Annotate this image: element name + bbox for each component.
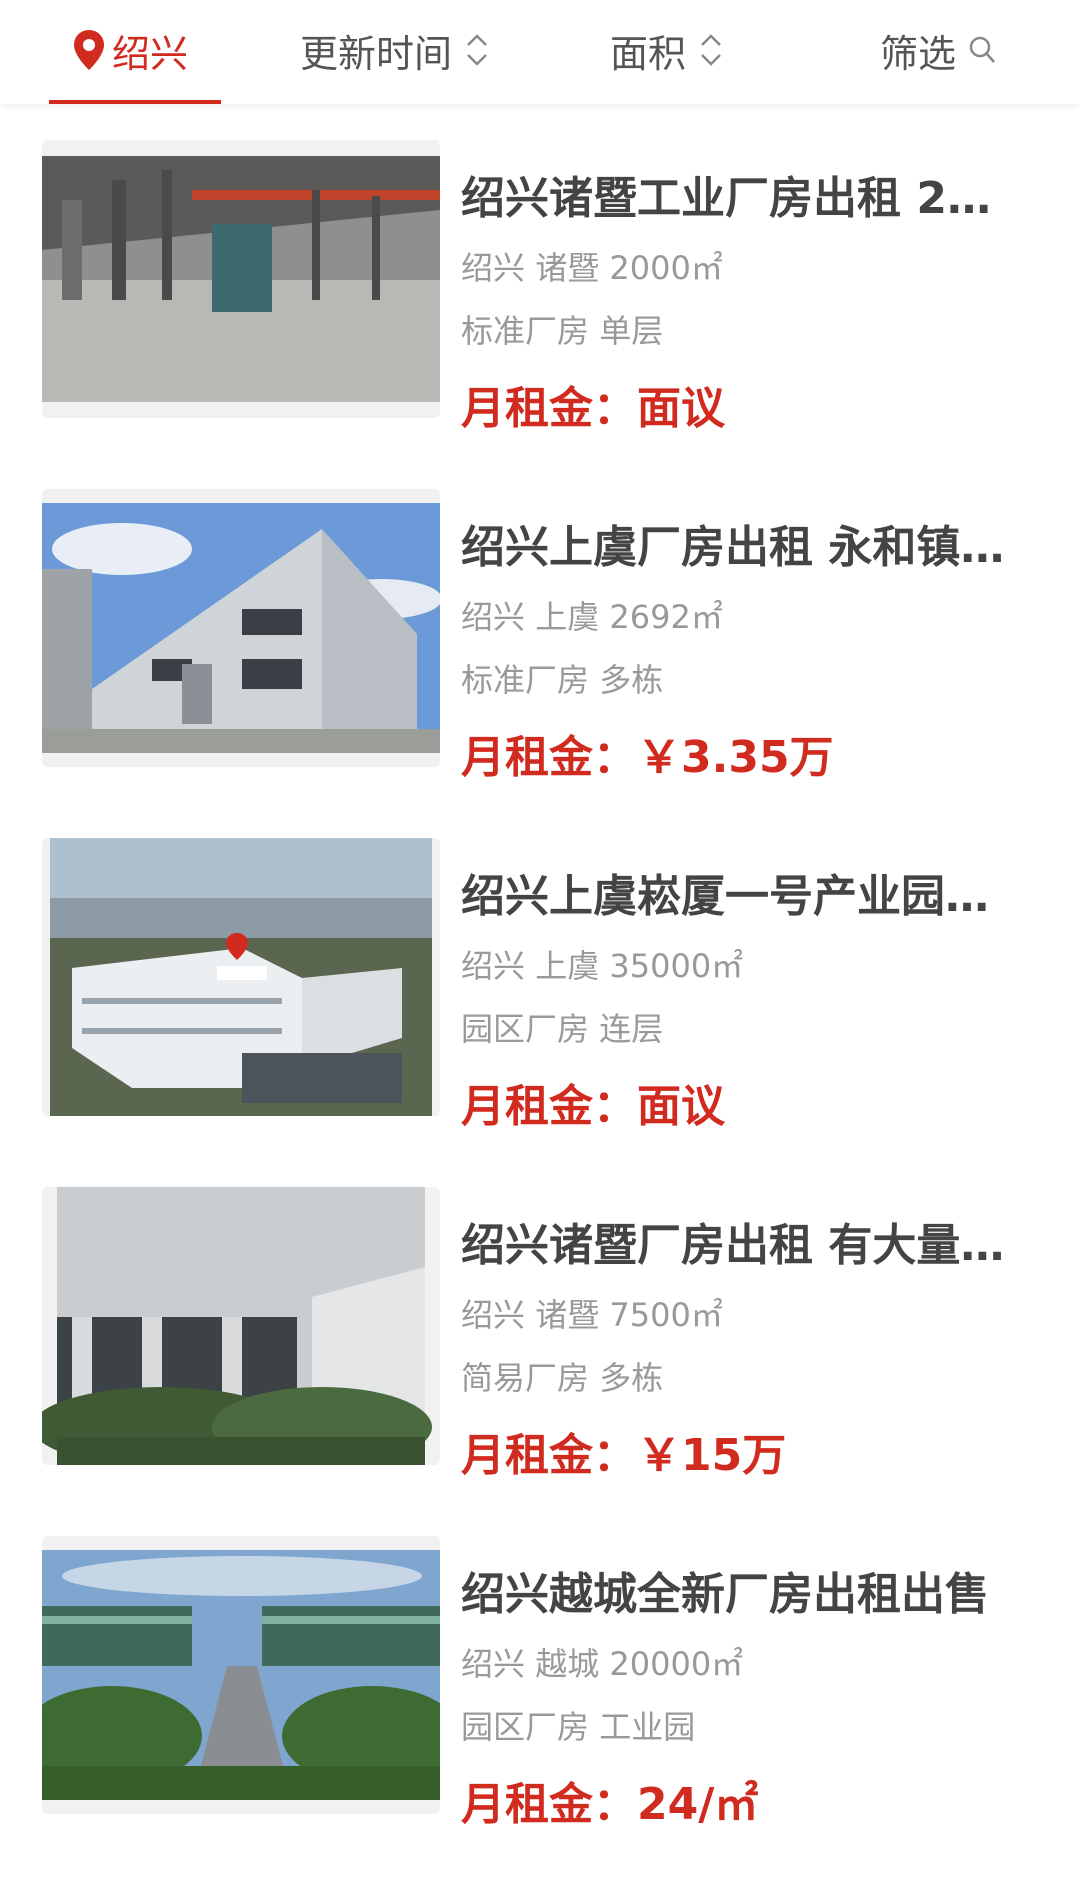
sort-arrows-icon (701, 34, 721, 66)
listing-title: 绍兴上虞崧厦一号产业园厂房出租 (461, 871, 1021, 922)
tab-sort-update-time-label: 更新时间 (300, 31, 453, 76)
tab-sort-area-label: 面积 (610, 31, 687, 76)
tab-sort-update-time[interactable]: 更新时间 (300, 20, 490, 80)
listing-location-area: 绍兴 上虞 2692㎡ (461, 598, 723, 636)
listing-rent: 月租金：面议 (461, 1081, 725, 1132)
listing-rent: 月租金：24/㎡ (461, 1779, 759, 1830)
listing-rent: 月租金：面议 (461, 383, 725, 434)
listing-tags: 园区厂房 工业园 (461, 1708, 696, 1746)
listing-rent: 月租金：￥15万 (461, 1430, 787, 1481)
listing-rent: 月租金：￥3.35万 (461, 732, 834, 783)
sort-arrows-icon (467, 34, 487, 66)
listing-title: 绍兴越城全新厂房出租出售 (461, 1569, 989, 1620)
listing-card[interactable]: 绍兴越城全新厂房出租出售 绍兴 越城 20000㎡ 园区厂房 工业园 月租金：2… (0, 1536, 1080, 1885)
listing-location-area: 绍兴 诸暨 7500㎡ (461, 1296, 723, 1334)
tab-sort-area[interactable]: 面积 (610, 20, 724, 80)
listing-card[interactable]: 绍兴上虞厂房出租 永和镇标准厂房 绍兴 上虞 2692㎡ 标准厂房 多栋 月租金… (0, 489, 1080, 838)
listing-card[interactable]: 绍兴诸暨厂房出租 有大量厂房可选 绍兴 诸暨 7500㎡ 简易厂房 多栋 月租金… (0, 1187, 1080, 1536)
listing-thumbnail (42, 1187, 440, 1465)
listing-title: 绍兴诸暨工业厂房出租 2000平方米 (461, 173, 1021, 224)
listing-thumbnail (42, 140, 440, 418)
listing-title: 绍兴诸暨厂房出租 有大量厂房可选 (461, 1220, 1021, 1271)
listing-thumbnail (42, 838, 440, 1116)
listing-tags: 标准厂房 单层 (461, 312, 664, 350)
active-tab-indicator (49, 100, 221, 104)
listing-list: 绍兴诸暨工业厂房出租 2000平方米 绍兴 诸暨 2000㎡ 标准厂房 单层 月… (0, 140, 1080, 1885)
listing-location-area: 绍兴 上虞 35000㎡ (461, 947, 744, 985)
listing-location-area: 绍兴 越城 20000㎡ (461, 1645, 744, 1683)
filter-bar: 绍兴 更新时间 面积 筛选 (0, 0, 1080, 104)
tab-city[interactable]: 绍兴 (72, 20, 188, 80)
listing-tags: 标准厂房 多栋 (461, 661, 664, 699)
listing-card[interactable]: 绍兴上虞崧厦一号产业园厂房出租 绍兴 上虞 35000㎡ 园区厂房 连层 月租金… (0, 838, 1080, 1187)
search-icon (969, 36, 995, 63)
tab-city-label: 绍兴 (112, 31, 189, 76)
listing-thumbnail (42, 1536, 440, 1814)
tab-filter-label: 筛选 (880, 31, 957, 76)
listing-title: 绍兴上虞厂房出租 永和镇标准厂房 (461, 522, 1021, 573)
listing-location-area: 绍兴 诸暨 2000㎡ (461, 249, 723, 287)
listing-tags: 园区厂房 连层 (461, 1010, 664, 1048)
listing-card[interactable]: 绍兴诸暨工业厂房出租 2000平方米 绍兴 诸暨 2000㎡ 标准厂房 单层 月… (0, 140, 1080, 489)
tab-filter[interactable]: 筛选 (880, 20, 996, 80)
listing-thumbnail (42, 489, 440, 767)
location-pin-icon (74, 30, 104, 70)
listing-tags: 简易厂房 多栋 (461, 1359, 664, 1397)
